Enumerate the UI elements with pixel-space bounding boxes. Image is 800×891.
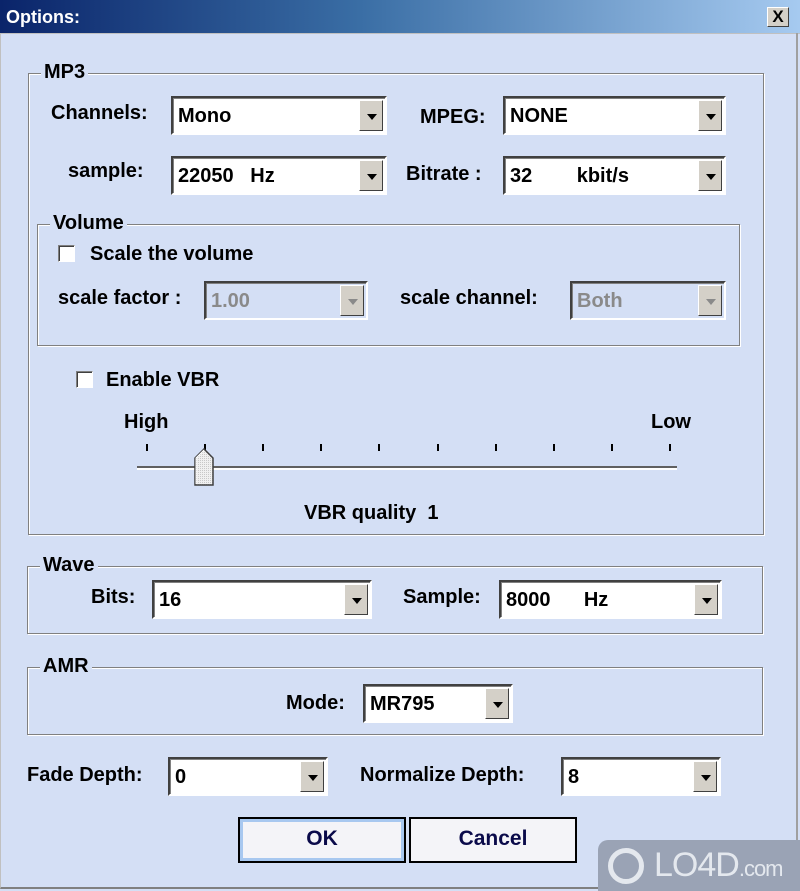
channels-value: Mono — [178, 105, 232, 127]
normalize-depth-label: Normalize Depth: — [360, 764, 525, 786]
fade-depth-label: Fade Depth: — [27, 764, 143, 786]
chevron-down-icon[interactable] — [359, 160, 383, 191]
slider-tick — [494, 444, 497, 451]
chevron-down-icon[interactable] — [698, 160, 722, 191]
slider-tick — [669, 444, 671, 451]
chevron-down-icon[interactable] — [340, 285, 364, 316]
mp3-legend: MP3 — [41, 61, 89, 83]
wave-bits-select[interactable]: 16 — [152, 580, 372, 619]
normalize-depth-value: 8 — [568, 766, 580, 788]
scale-factor-select[interactable]: 1.00 — [204, 281, 368, 320]
close-icon: X — [772, 7, 784, 26]
chevron-down-icon[interactable] — [359, 100, 383, 131]
slider-tick — [146, 444, 148, 451]
ok-button[interactable]: OK — [238, 817, 406, 863]
amr-legend: AMR — [40, 655, 92, 677]
channels-select[interactable]: Mono — [171, 96, 387, 135]
bitrate-value: 32 kbit/s — [510, 165, 629, 187]
amr-mode-value: MR795 — [370, 693, 435, 715]
enable-vbr-label[interactable]: Enable VBR — [106, 369, 219, 391]
sample-select[interactable]: 22050 Hz — [171, 156, 387, 195]
vbr-quality-text: VBR quality 1 — [304, 502, 439, 524]
chevron-down-icon[interactable] — [694, 584, 718, 615]
cancel-button[interactable]: Cancel — [409, 817, 577, 863]
chevron-down-icon[interactable] — [344, 584, 368, 615]
watermark-suffix: .com — [738, 856, 784, 881]
wave-sample-select[interactable]: 8000 Hz — [499, 580, 722, 619]
chevron-down-icon[interactable] — [698, 285, 722, 316]
vbr-slider-track[interactable] — [137, 466, 677, 470]
chevron-down-icon[interactable] — [698, 100, 722, 131]
chevron-down-icon[interactable] — [693, 761, 717, 792]
sample-label: sample: — [68, 160, 144, 182]
mpeg-value: NONE — [510, 105, 568, 127]
slider-tick — [610, 444, 613, 451]
wave-sample-value: 8000 Hz — [506, 589, 609, 611]
slider-tick — [436, 444, 439, 451]
wave-bits-value: 16 — [159, 589, 182, 611]
scale-channel-select[interactable]: Both — [570, 281, 726, 320]
bitrate-select[interactable]: 32 kbit/s — [503, 156, 726, 195]
lo4d-watermark-text: LO4D.com — [654, 846, 784, 888]
volume-legend: Volume — [50, 212, 127, 234]
fade-depth-select[interactable]: 0 — [168, 757, 328, 796]
vbr-slider-thumb[interactable] — [194, 448, 214, 486]
scale-factor-label: scale factor : — [58, 287, 182, 309]
watermark-brand: LO4D — [654, 846, 740, 884]
chevron-down-icon[interactable] — [485, 688, 509, 719]
slider-tick — [552, 444, 555, 451]
scale-volume-checkbox[interactable] — [58, 245, 75, 262]
normalize-depth-select[interactable]: 8 — [561, 757, 721, 796]
mpeg-select[interactable]: NONE — [503, 96, 726, 135]
vbr-high-label: High — [124, 411, 169, 433]
lo4d-watermark: LO4D.com — [598, 840, 800, 891]
scale-channel-value: Both — [577, 290, 623, 312]
mpeg-label: MPEG: — [420, 106, 486, 128]
vbr-low-label: Low — [651, 411, 691, 433]
scale-volume-label[interactable]: Scale the volume — [90, 243, 253, 265]
lo4d-logo-icon — [608, 848, 644, 884]
wave-sample-label: Sample: — [403, 586, 481, 608]
fade-depth-value: 0 — [175, 766, 187, 788]
slider-tick — [320, 444, 323, 451]
amr-mode-select[interactable]: MR795 — [363, 684, 513, 723]
wave-bits-label: Bits: — [91, 586, 136, 608]
slider-tick — [262, 444, 265, 451]
bitrate-label: Bitrate : — [406, 163, 482, 185]
enable-vbr-checkbox[interactable] — [76, 371, 93, 388]
chevron-down-icon[interactable] — [300, 761, 324, 792]
scale-factor-value: 1.00 — [211, 290, 250, 312]
close-button[interactable]: X — [767, 7, 789, 27]
amr-mode-label: Mode: — [286, 692, 345, 714]
slider-tick — [378, 444, 381, 451]
scale-channel-label: scale channel: — [400, 287, 538, 309]
channels-label: Channels: — [51, 102, 148, 124]
wave-legend: Wave — [40, 554, 98, 576]
title-bar[interactable]: Options: X — [0, 0, 800, 34]
sample-value: 22050 Hz — [178, 165, 275, 187]
window-title: Options: — [6, 7, 80, 27]
